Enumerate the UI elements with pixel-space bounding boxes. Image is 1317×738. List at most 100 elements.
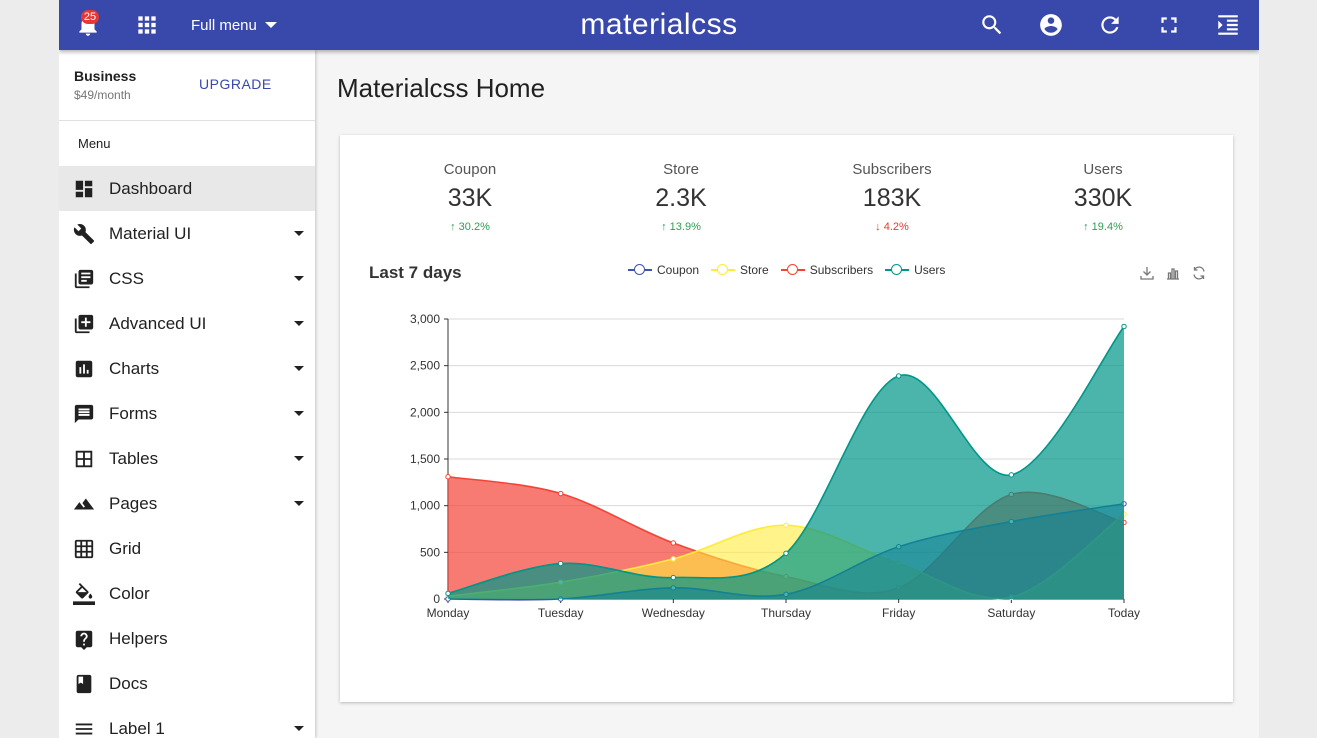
upgrade-button[interactable]: UPGRADE	[199, 76, 272, 92]
sidebar-item-material-ui[interactable]: Material UI	[59, 211, 315, 256]
sidebar-item-label: Label 1	[109, 718, 165, 738]
terrain-icon	[72, 492, 96, 516]
data-point-store	[670, 556, 677, 562]
format-indent-icon	[1218, 15, 1238, 35]
y-tick-label: 500	[420, 545, 440, 559]
caret-down-icon	[294, 321, 304, 326]
sidebar-item-label: Grid	[109, 538, 142, 558]
caret-down-icon	[294, 456, 304, 461]
x-tick-label: Thursday	[761, 606, 811, 620]
library-add-icon	[72, 312, 96, 336]
data-point-store	[783, 522, 789, 528]
dashboard-icon	[72, 177, 96, 201]
book-icon	[72, 672, 96, 696]
full-menu-label: Full menu	[191, 16, 257, 34]
sidebar-item-label: CSS	[109, 268, 144, 288]
notification-badge: 25	[81, 10, 99, 24]
sidebar-item-label: Advanced UI	[109, 313, 207, 333]
y-tick-label: 2,000	[410, 405, 440, 419]
x-tick-label: Wednesday	[642, 606, 705, 620]
sidebar-item-css[interactable]: CSS	[59, 256, 315, 301]
y-tick-label: 3,000	[410, 312, 440, 326]
plan-price: $49/month	[74, 88, 131, 102]
data-point-users	[1008, 472, 1015, 478]
library-books-icon	[72, 267, 96, 291]
table-icon	[72, 447, 96, 471]
next-section-fragment	[340, 728, 1233, 738]
menu-header: Menu	[78, 136, 111, 151]
caret-down-icon	[294, 231, 304, 236]
caret-down-icon	[294, 276, 304, 281]
data-point-users	[1121, 323, 1127, 330]
top-bar: 25 Full menu materialcss	[59, 0, 1259, 50]
account-button[interactable]	[1038, 12, 1064, 38]
sidebar-item-forms[interactable]: Forms	[59, 391, 315, 436]
data-point-users	[670, 574, 677, 581]
sidebar-item-charts[interactable]: Charts	[59, 346, 315, 391]
sidebar-item-label: Tables	[109, 448, 159, 468]
full-menu-dropdown[interactable]: Full menu	[191, 0, 277, 50]
bar-chart-icon	[72, 357, 96, 381]
x-tick-label: Friday	[882, 606, 915, 620]
refresh-icon	[1101, 16, 1119, 34]
sidebar-item-label: Color	[109, 583, 150, 603]
sidebar-item-label: Helpers	[109, 628, 168, 648]
sidebar-item-grid[interactable]: Grid	[59, 526, 315, 571]
page-title: Materialcss Home	[337, 73, 546, 103]
message-icon	[72, 402, 96, 426]
notifications-button[interactable]: 25	[75, 10, 101, 38]
search-icon	[982, 15, 1002, 35]
color-fill-icon	[72, 582, 96, 606]
app-window: 25 Full menu materialcss Business $49/mo…	[59, 0, 1259, 738]
y-tick-label: 1,000	[410, 499, 440, 513]
y-tick-label: 0	[433, 592, 440, 606]
data-point-subscribers	[445, 474, 451, 480]
chevron-down-icon	[264, 22, 277, 28]
sidebar: Business $49/month UPGRADE Menu Dashboar…	[59, 50, 315, 738]
sidebar-item-label: Docs	[109, 673, 148, 693]
apps-button[interactable]	[134, 12, 160, 38]
sidebar-item-label: Dashboard	[109, 178, 193, 198]
wrench-icon	[72, 222, 96, 246]
data-point-subscribers	[557, 490, 564, 497]
toggle-sidebar-button[interactable]	[1215, 12, 1241, 38]
plan-name: Business	[74, 68, 137, 84]
x-tick-label: Today	[1108, 606, 1140, 620]
y-tick-label: 2,500	[410, 359, 440, 373]
y-tick-label: 1,500	[410, 452, 440, 466]
caret-down-icon	[294, 501, 304, 506]
data-point-users	[895, 373, 902, 379]
sidebar-item-tables[interactable]: Tables	[59, 436, 315, 481]
stats-chart-card: Coupon 33K ↑ 30.2% Store 2.3K ↑ 13.9% Su…	[340, 135, 1233, 702]
sidebar-item-label: Forms	[109, 403, 158, 423]
plan-panel: Business $49/month UPGRADE	[59, 50, 315, 121]
caret-down-icon	[294, 726, 304, 731]
sidebar-item-label: Material UI	[109, 223, 192, 243]
data-point-users	[557, 560, 564, 567]
sidebar-item-label-1[interactable]: Label 1	[59, 706, 315, 738]
search-button[interactable]	[979, 12, 1005, 38]
sidebar-item-helpers[interactable]: Helpers	[59, 616, 315, 661]
apps-grid-icon	[138, 16, 156, 34]
sidebar-item-pages[interactable]: Pages	[59, 481, 315, 526]
data-point-users	[445, 590, 451, 597]
sidebar-item-advanced-ui[interactable]: Advanced UI	[59, 301, 315, 346]
x-tick-label: Saturday	[987, 606, 1035, 620]
caret-down-icon	[294, 366, 304, 371]
sidebar-item-label: Charts	[109, 358, 160, 378]
fullscreen-button[interactable]	[1156, 12, 1182, 38]
data-point-subscribers	[670, 540, 677, 546]
sidebar-item-docs[interactable]: Docs	[59, 661, 315, 706]
x-tick-label: Monday	[427, 606, 470, 620]
refresh-button[interactable]	[1097, 12, 1123, 38]
x-tick-label: Tuesday	[538, 606, 584, 620]
help-box-icon	[72, 627, 96, 651]
sidebar-item-label: Pages	[109, 493, 158, 513]
sidebar-item-dashboard[interactable]: Dashboard	[59, 166, 315, 211]
fullscreen-icon	[1161, 17, 1177, 33]
data-point-users	[783, 550, 789, 556]
menu-lines-icon	[72, 717, 96, 738]
grid-icon	[72, 537, 96, 561]
area-chart: 0 500 1,000 1,500 2,000 2,500 3,000 Monday Tuesd…	[410, 312, 1140, 620]
sidebar-item-color[interactable]: Color	[59, 571, 315, 616]
